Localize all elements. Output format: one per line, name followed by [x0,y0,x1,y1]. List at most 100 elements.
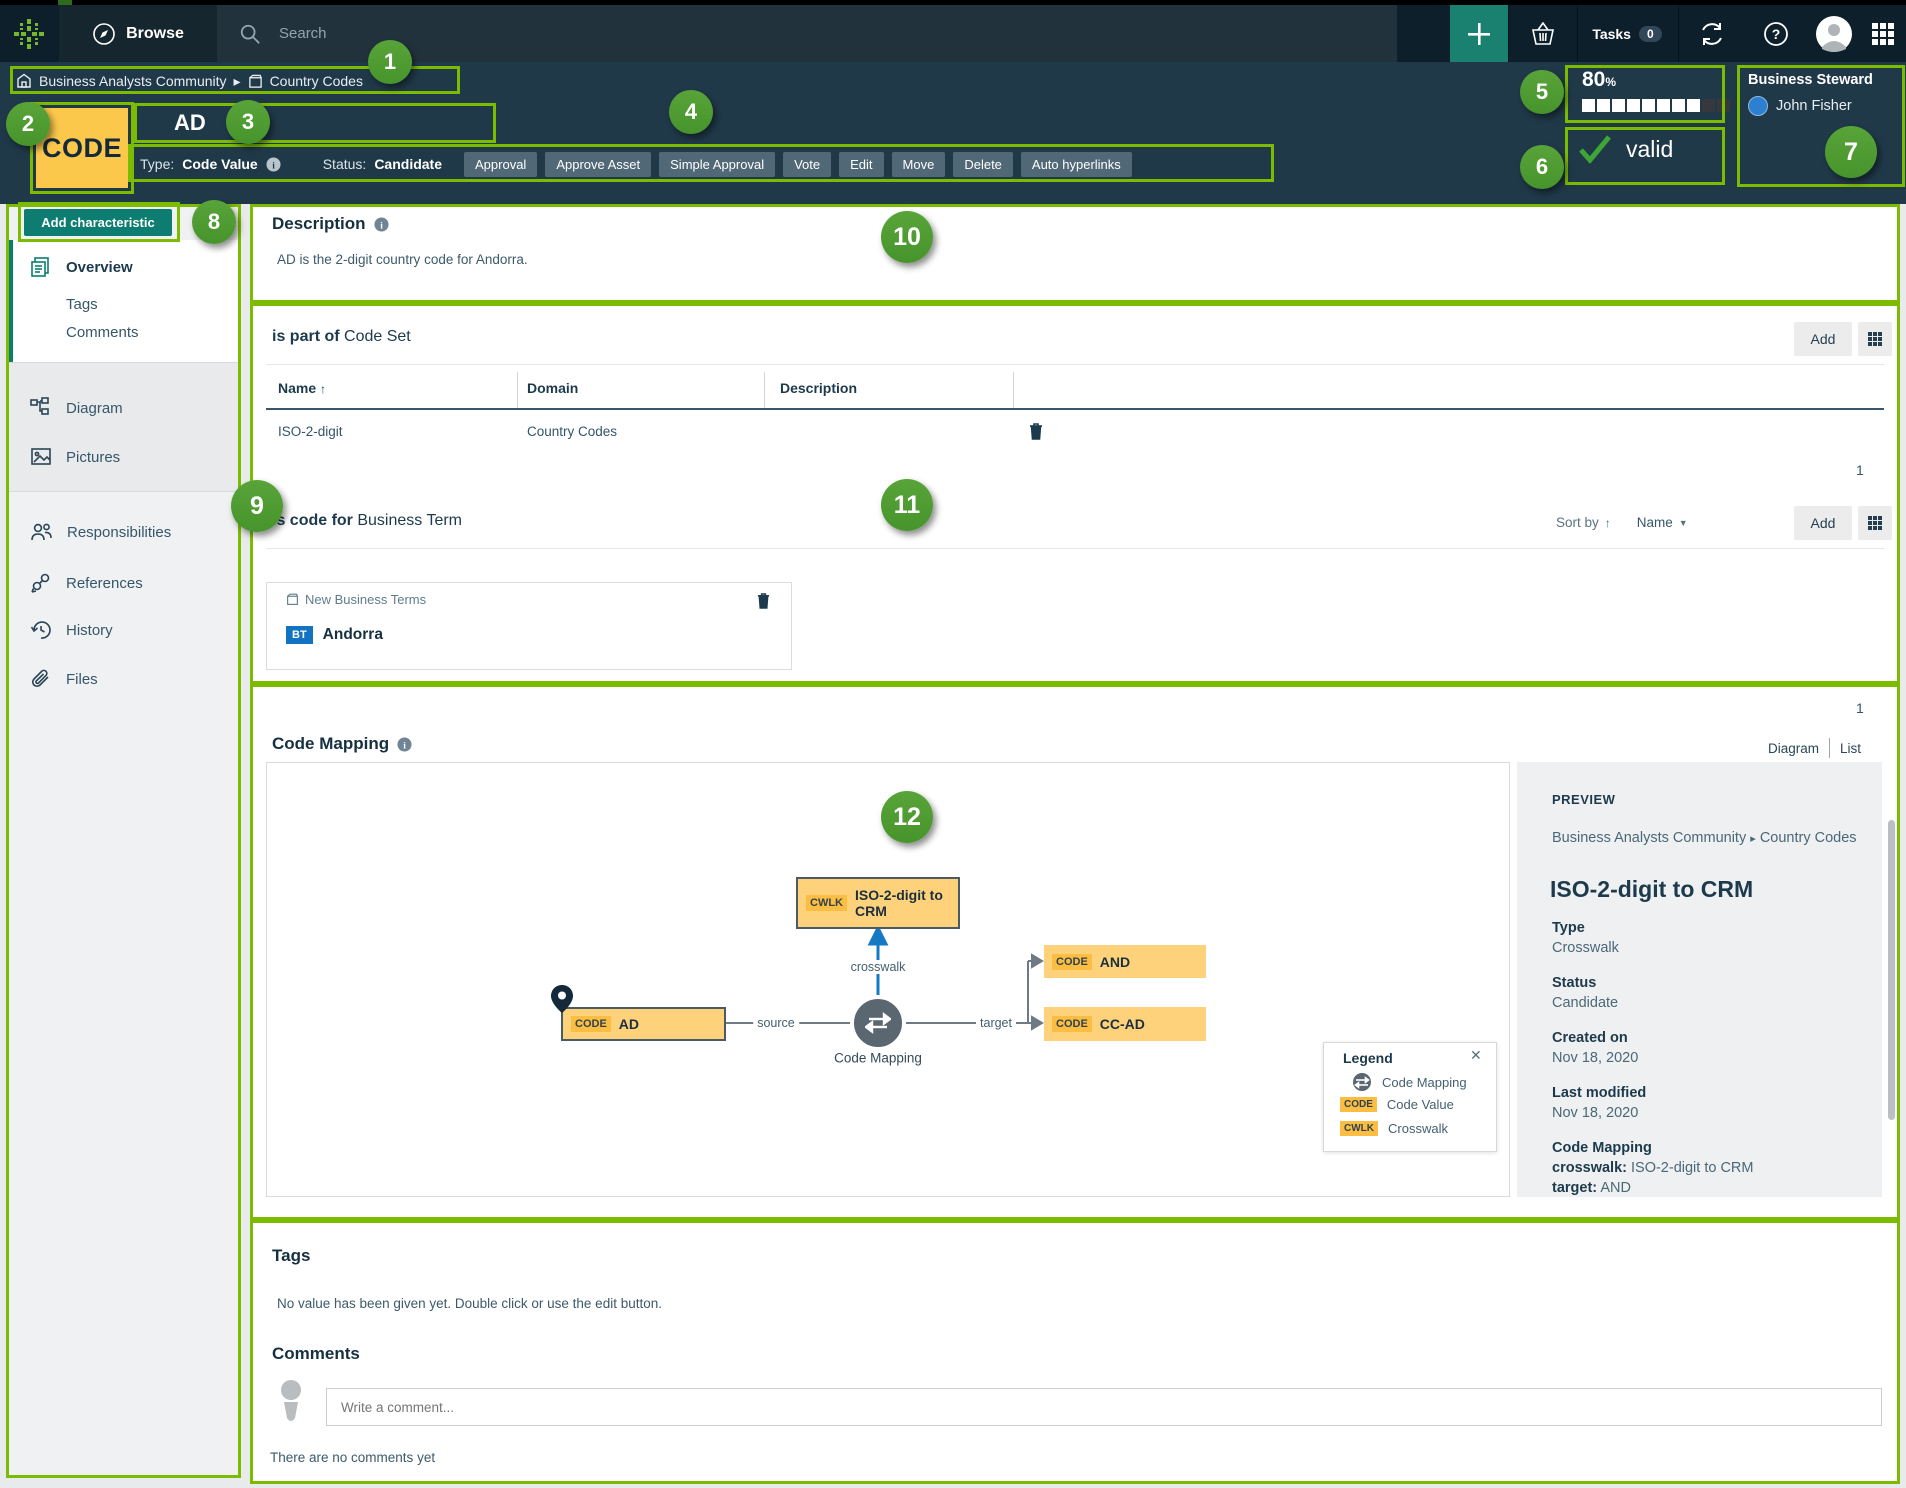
column-header-description[interactable]: Description [780,380,857,396]
sidebar-item-tags[interactable]: Tags [66,296,98,313]
tags-comments-section [250,1220,1900,1484]
business-term-name[interactable]: Andorra [323,626,383,644]
comment-input[interactable] [326,1388,1882,1426]
tags-empty-text[interactable]: No value has been given yet. Double clic… [277,1296,662,1311]
business-term-row[interactable]: BT Andorra [286,626,383,644]
vote-button[interactable]: Vote [783,152,831,177]
history-icon [30,619,52,641]
sort-direction-icon[interactable]: ↑ [1605,516,1611,530]
completeness-score: 80% [1582,68,1616,92]
diagram-node-crosswalk[interactable]: CWLK ISO-2-digit to CRM [796,877,960,929]
view-toggle-diagram[interactable]: Diagram [1768,741,1819,756]
breadcrumb[interactable]: Business Analysts Community ▸ Country Co… [16,68,363,94]
move-button[interactable]: Move [892,152,946,177]
add-characteristic-button[interactable]: Add characteristic [24,209,172,236]
diagram-icon [30,397,52,419]
edge-label-crosswalk: crosswalk [847,960,910,974]
code-mapping-count: 1 [1856,700,1864,716]
breadcrumb-domain[interactable]: Country Codes [270,73,363,89]
sidebar-item-label: Overview [66,259,133,276]
user-menu-button[interactable] [1808,5,1860,62]
sidebar-item-files[interactable]: Files [30,668,98,690]
info-icon[interactable]: i [397,737,412,752]
cwlk-badge: CWLK [1340,1121,1378,1136]
create-asset-button[interactable] [1450,5,1508,62]
app-switcher-button[interactable] [1860,5,1906,62]
paperclip-icon [30,668,52,690]
search-input[interactable] [277,24,1177,43]
auto-hyperlinks-button[interactable]: Auto hyperlinks [1021,152,1132,177]
sort-field-value[interactable]: Name [1637,515,1673,530]
code-set-table-options-button[interactable] [1858,322,1892,356]
description-body[interactable]: AD is the 2-digit country code for Andor… [277,252,528,267]
global-search[interactable] [217,5,1397,62]
add-code-set-button[interactable]: Add [1794,322,1852,356]
browse-button[interactable]: Browse [59,5,217,62]
sidebar-item-label: Pictures [66,449,120,466]
sidebar-item-pictures[interactable]: Pictures [30,446,120,468]
view-toggle-list[interactable]: List [1840,741,1861,756]
breadcrumb-community[interactable]: Business Analysts Community [39,73,227,89]
data-basket-button[interactable] [1508,5,1578,62]
tasks-button[interactable]: Tasks 0 [1576,5,1678,62]
legend-title: Legend [1343,1050,1393,1066]
row-delete-button[interactable] [1028,422,1044,440]
sidebar-item-responsibilities[interactable]: Responsibilities [30,521,171,543]
swap-arrows-icon [865,1012,891,1034]
column-header-domain[interactable]: Domain [527,380,578,396]
legend-item-code-mapping: Code Mapping [1352,1072,1467,1092]
status-value: Candidate [374,156,442,172]
help-button[interactable]: ? [1744,5,1808,62]
edit-button[interactable]: Edit [839,152,883,177]
sync-status-button[interactable] [1678,5,1745,62]
diagram-node-target-ccad[interactable]: CODE CC-AD [1044,1007,1206,1041]
sidebar-item-history[interactable]: History [30,619,113,641]
code-mapping-heading-row: Code Mapping i [272,734,412,754]
tasks-count-badge: 0 [1639,26,1662,42]
legend-close-icon[interactable]: ✕ [1470,1047,1482,1064]
approval-button[interactable]: Approval [464,152,537,177]
sidebar-item-references[interactable]: References [30,572,143,594]
card-delete-button[interactable] [756,592,771,609]
table-cell-domain[interactable]: Country Codes [527,424,617,439]
preview-type-value: Crosswalk [1552,940,1619,956]
sort-control[interactable]: Sort by ↑ Name ▼ [1556,515,1688,530]
domain-icon [248,74,263,89]
preview-asset-name[interactable]: ISO-2-digit to CRM [1550,876,1753,903]
plus-icon [1466,21,1492,47]
business-term-options-button[interactable] [1858,506,1892,540]
steward-user[interactable]: John Fisher [1748,96,1852,116]
references-icon [30,572,52,594]
approve-asset-button[interactable]: Approve Asset [545,152,651,177]
description-heading: Description [272,214,366,234]
sidebar-item-diagram[interactable]: Diagram [30,397,123,419]
simple-approval-button[interactable]: Simple Approval [659,152,775,177]
diagram-node-code-mapping[interactable] [850,995,906,1051]
preview-scrollbar[interactable] [1888,820,1895,1120]
add-business-term-button[interactable]: Add [1794,506,1852,540]
preview-breadcrumb[interactable]: Business Analysts Community ▸ Country Co… [1552,828,1864,849]
pin-icon [549,984,575,1014]
pictures-icon [30,446,52,468]
collibra-logo[interactable] [0,5,58,62]
diagram-node-target-and[interactable]: CODE AND [1044,945,1206,978]
asset-meta-row: Type: Code Value i Status: Candidate App… [140,148,1132,180]
card-domain-label[interactable]: New Business Terms [305,592,426,607]
preview-mapping-row2: target: AND [1552,1180,1631,1196]
code-badge: CODE [1052,954,1092,970]
legend-label: Crosswalk [1388,1121,1448,1136]
delete-button[interactable]: Delete [953,152,1013,177]
card-domain-row: New Business Terms [286,592,426,607]
responsibilities-icon [30,521,53,543]
browse-label: Browse [126,25,184,43]
info-icon[interactable]: i [266,157,281,172]
diagram-node-source[interactable]: CODE AD [561,1007,726,1041]
sidebar-item-overview[interactable]: Overview [30,256,133,278]
sort-dropdown-icon[interactable]: ▼ [1679,518,1688,528]
info-icon[interactable]: i [374,217,389,232]
table-cell-name[interactable]: ISO-2-digit [278,424,343,439]
sidebar-item-comments[interactable]: Comments [66,324,139,341]
trash-icon [1028,422,1044,440]
help-icon: ? [1763,21,1789,47]
column-header-name[interactable]: Name ↑ [278,380,326,396]
